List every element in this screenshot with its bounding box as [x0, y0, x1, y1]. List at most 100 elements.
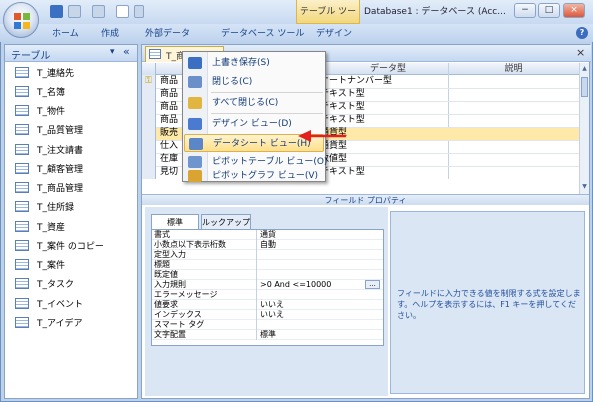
- table-icon: [15, 163, 29, 174]
- table-icon: [149, 49, 161, 59]
- field-name-cell[interactable]: 商品: [160, 89, 178, 100]
- property-row[interactable]: 値要求 いいえ: [152, 300, 383, 310]
- nav-pane-title: テーブル: [11, 51, 51, 62]
- property-row[interactable]: 小数点以下表示桁数 自動: [152, 240, 383, 250]
- close-document-icon[interactable]: ×: [576, 46, 585, 59]
- qat-redo-icon[interactable]: [92, 5, 105, 18]
- field-name-cell[interactable]: 商品: [160, 76, 178, 87]
- scroll-down-icon[interactable]: ▼: [581, 183, 588, 190]
- field-name-cell[interactable]: 商品: [160, 102, 178, 113]
- scroll-thumb[interactable]: [581, 77, 588, 97]
- property-row[interactable]: 定型入力: [152, 250, 383, 260]
- table-icon: [15, 144, 29, 155]
- qat-save-icon[interactable]: [50, 5, 63, 18]
- qat-new-icon[interactable]: [116, 5, 129, 18]
- context-menu: 上書き保存(S) 閉じる(C) すべて閉じる(C) デザイン ビュー(D) デー…: [182, 51, 327, 182]
- expression-builder-button[interactable]: ...: [365, 280, 380, 289]
- primary-key-icon: ⚿: [145, 76, 152, 86]
- nav-item-table[interactable]: T_イベント: [15, 296, 83, 314]
- data-type-cell[interactable]: テキスト型: [320, 89, 365, 100]
- table-icon: [15, 105, 29, 116]
- scroll-up-icon[interactable]: ▲: [581, 65, 588, 72]
- table-icon: [15, 221, 29, 232]
- field-name-cell[interactable]: 見切: [160, 167, 178, 178]
- nav-item-table[interactable]: T_名簿: [15, 84, 65, 102]
- nav-item-table[interactable]: T_資産: [15, 219, 65, 237]
- help-icon[interactable]: ?: [576, 27, 588, 39]
- data-type-cell[interactable]: テキスト型: [320, 115, 365, 126]
- nav-dropdown-icon[interactable]: ▾: [110, 47, 115, 57]
- property-row[interactable]: 既定値: [152, 270, 383, 280]
- close-doc-icon: [188, 76, 202, 88]
- minimize-button[interactable]: −: [514, 3, 536, 18]
- nav-pane-header[interactable]: テーブル ▾ «: [5, 45, 137, 62]
- tab-lookup[interactable]: ルックアップ: [201, 214, 251, 229]
- property-row[interactable]: 書式 通貨: [152, 230, 383, 240]
- column-header-data-type: データ型: [369, 64, 406, 74]
- menu-item-close[interactable]: 閉じる(C): [184, 73, 324, 91]
- field-name-cell[interactable]: 商品: [160, 115, 178, 126]
- qat-undo-icon[interactable]: [68, 5, 81, 18]
- maximize-button[interactable]: □: [538, 3, 560, 18]
- tab-general[interactable]: 標準: [151, 214, 199, 229]
- menu-item-pivot-chart-view[interactable]: ピボットグラフ ビュー(V): [184, 170, 324, 182]
- table-icon: [15, 240, 29, 251]
- nav-item-table[interactable]: T_品質管理: [15, 122, 83, 140]
- menu-separator: [211, 92, 323, 93]
- nav-item-table[interactable]: T_顧客管理: [15, 161, 83, 179]
- office-button[interactable]: [3, 2, 39, 38]
- property-row-validation-rule[interactable]: 入力規則 >0 And <=10000...: [152, 280, 383, 290]
- menu-item-close-all[interactable]: すべて閉じる(C): [184, 94, 324, 112]
- nav-item-table[interactable]: T_連絡先: [15, 65, 74, 83]
- property-row[interactable]: 標題: [152, 260, 383, 270]
- nav-item-table[interactable]: T_タスク: [15, 276, 74, 294]
- property-row[interactable]: スマート タグ: [152, 320, 383, 330]
- field-name-cell[interactable]: 在庫: [160, 154, 178, 165]
- menu-item-save[interactable]: 上書き保存(S): [184, 54, 324, 72]
- window-title: Database1 : データベース (Acc...: [364, 7, 506, 17]
- menu-separator: [211, 113, 323, 114]
- nav-item-table[interactable]: T_商品管理: [15, 180, 83, 198]
- table-icon: [15, 317, 29, 328]
- table-icon: [15, 259, 29, 270]
- tab-design[interactable]: デザイン: [316, 26, 352, 42]
- contextual-tab-table-tools: テーブル ツール: [296, 0, 360, 41]
- folder-icon: [188, 97, 202, 109]
- nav-item-table[interactable]: T_案件: [15, 257, 65, 275]
- nav-item-table[interactable]: T_アイデア: [15, 315, 83, 333]
- tab-create[interactable]: 作成: [101, 26, 119, 42]
- row-selector-header: [142, 63, 156, 75]
- field-name-cell[interactable]: 仕入: [160, 141, 178, 152]
- annotation-arrow-icon: [298, 130, 346, 142]
- property-row[interactable]: エラーメッセージ: [152, 290, 383, 300]
- row-selector-column: [142, 75, 156, 179]
- property-row[interactable]: インデックス いいえ: [152, 310, 383, 320]
- qat-customize-icon[interactable]: [134, 5, 144, 18]
- table-icon: [15, 86, 29, 97]
- nav-item-table[interactable]: T_物件: [15, 103, 65, 121]
- column-divider: [448, 63, 449, 179]
- field-properties-title: フィールド プロパティ: [142, 194, 589, 205]
- property-help-panel: フィールドに入力できる値を制限する式を設定します。ヘルプを表示するには、F1 キ…: [390, 211, 585, 394]
- close-window-button[interactable]: ×: [563, 3, 585, 18]
- tab-database-tools[interactable]: データベース ツール: [221, 26, 304, 42]
- property-row[interactable]: 文字配置 標準: [152, 330, 383, 340]
- office-logo-icon: [14, 13, 30, 29]
- menu-item-pivot-table-view[interactable]: ピボットテーブル ビュー(O): [184, 153, 327, 171]
- grid-scrollbar[interactable]: ▲ ▼: [579, 63, 589, 194]
- property-help-text: フィールドに入力できる値を制限する式を設定します。ヘルプを表示するには、F1 キ…: [397, 289, 581, 320]
- nav-collapse-icon[interactable]: «: [123, 45, 130, 58]
- nav-item-table[interactable]: T_住所録: [15, 199, 74, 217]
- nav-item-table[interactable]: T_案件 のコピー: [15, 238, 104, 256]
- field-name-cell[interactable]: 販売: [160, 128, 178, 139]
- design-view-icon: [188, 118, 202, 130]
- table-icon: [15, 298, 29, 309]
- tab-home[interactable]: ホーム: [52, 26, 79, 42]
- tab-external-data[interactable]: 外部データ: [145, 26, 190, 42]
- data-type-cell[interactable]: テキスト型: [320, 102, 365, 113]
- field-properties-panel: 標準 ルックアップ 書式 通貨 小数点以下表示桁数 自動 定型入力 標題 既定値 入…: [145, 207, 388, 396]
- property-sheet: 書式 通貨 小数点以下表示桁数 自動 定型入力 標題 既定値 入力規則 >0 And …: [151, 229, 384, 346]
- datasheet-view-icon: [189, 138, 203, 150]
- nav-item-table[interactable]: T_注文請書: [15, 142, 83, 160]
- data-type-cell[interactable]: オートナンバー型: [320, 76, 392, 87]
